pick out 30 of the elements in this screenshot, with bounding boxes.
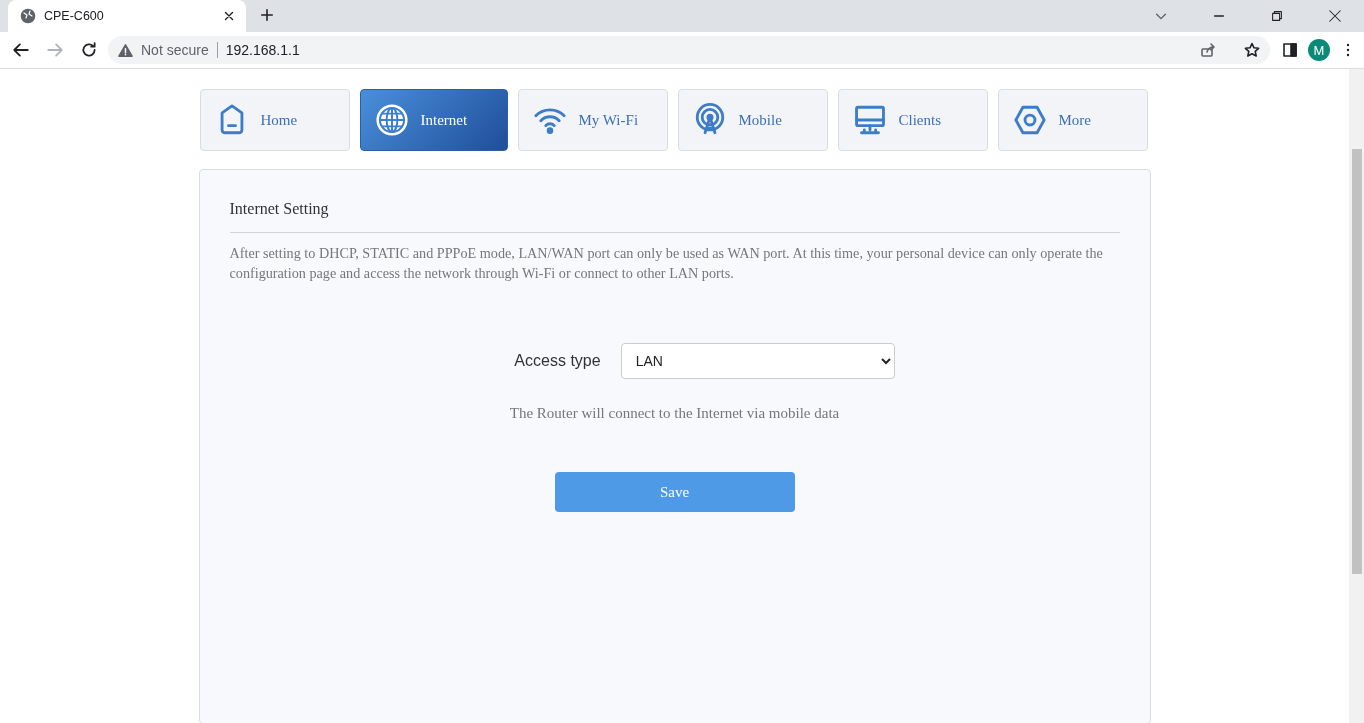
close-icon[interactable] xyxy=(1328,9,1342,23)
panel-description: After setting to DHCP, STATIC and PPPoE mode, LAN/WAN port can only be used as WAN port. At this time, your personal device can only operate the configuration page and access the network through Wi-Fi or connect to other LAN ports. xyxy=(229,244,1104,283)
side-panel-icon[interactable] xyxy=(1282,42,1298,58)
restore-icon[interactable] xyxy=(1270,9,1284,23)
field-label: Access type xyxy=(514,352,601,370)
tab-title: CPE-C600 xyxy=(44,9,105,23)
nav-tab[interactable]: Home xyxy=(199,89,350,151)
browser-tab[interactable]: CPE-C600 xyxy=(8,0,246,32)
panel-title: Internet Setting xyxy=(229,200,1120,233)
new-tab-icon[interactable] xyxy=(260,7,274,22)
nav-tab[interactable]: Mobile xyxy=(677,89,828,151)
back-icon[interactable] xyxy=(12,41,30,59)
nav-tab[interactable]: Clients xyxy=(837,89,988,151)
scrollbar[interactable] xyxy=(1349,69,1364,723)
hint-text: The Router will connect to the Internet via mobile data xyxy=(508,405,841,422)
profile-avatar[interactable]: M xyxy=(1308,39,1330,61)
hexagon-icon xyxy=(1012,103,1047,137)
address-field[interactable]: 192.168.1.1 xyxy=(225,42,1192,58)
security-label[interactable]: Not secure xyxy=(141,42,218,58)
nav-tab[interactable]: More xyxy=(997,89,1148,151)
warning-icon[interactable] xyxy=(118,42,133,58)
monitor-icon xyxy=(852,103,887,137)
reload-icon[interactable] xyxy=(80,41,98,59)
close-icon[interactable] xyxy=(222,9,236,23)
nav-tab[interactable]: Internet xyxy=(359,89,508,151)
share-icon[interactable] xyxy=(1200,42,1216,58)
save-button[interactable]: Save xyxy=(554,472,795,512)
nav-tab[interactable]: My Wi-Fi xyxy=(517,89,668,151)
bookmark-star-icon[interactable] xyxy=(1244,42,1260,58)
access-type-select[interactable]: LAN xyxy=(620,343,895,379)
